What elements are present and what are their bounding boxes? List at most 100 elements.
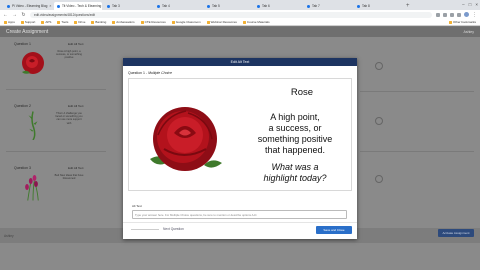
slide-body-line: that happened. [264, 145, 326, 155]
profile-avatar-icon[interactable] [464, 12, 469, 17]
bookmark-label: Drive [78, 20, 86, 24]
divider [6, 151, 106, 152]
edit-alt-text-modal: Edit Alt Text Question 1 - Multiple Choi… [123, 58, 357, 239]
bookmark-item[interactable]: Support [20, 20, 35, 24]
bookmark-item[interactable]: APS [41, 20, 51, 24]
folder-icon [112, 20, 116, 24]
folder-icon [140, 20, 144, 24]
toolbar-icons: ⋮ [436, 12, 477, 18]
browser-tab[interactable]: Tab 3 [104, 2, 152, 10]
tab-favicon-icon [157, 4, 160, 8]
tab-title: Tit Video - Tech & Elearning [62, 4, 102, 8]
tab-title: Tab 8 [362, 4, 370, 8]
bookmark-label: APS [45, 20, 52, 24]
close-window-icon[interactable]: × [475, 0, 478, 9]
folder-icon [20, 20, 24, 24]
bookmark-item[interactable]: Banking [91, 20, 106, 24]
tab-title: Tab 5 [212, 4, 220, 8]
bookmark-item[interactable]: Tools [57, 20, 68, 24]
slide-question: What was a highlight today? [237, 162, 353, 184]
bookmark-item[interactable]: Google Classroom [171, 20, 201, 24]
question-slide-preview: Rose A high point, a success, or somethi… [128, 78, 352, 191]
folder-icon [74, 20, 78, 24]
activate-assignment-button[interactable]: Activate Assignment [438, 229, 474, 237]
alt-text-input[interactable]: Type your answer here. For Multiple Choi… [132, 210, 347, 219]
tab-favicon-icon [257, 4, 260, 8]
menu-kebab-icon[interactable]: ⋮ [472, 12, 477, 18]
forward-arrow-icon[interactable]: → [12, 12, 17, 18]
question-card[interactable]: Question 2 Edit All Text Thorn A challen… [6, 104, 106, 154]
tab-title: Tab 3 [112, 4, 120, 8]
star-icon[interactable] [436, 12, 440, 17]
address-bar-row: ← → ↻ edit.video/assignments/4812/questi… [0, 10, 480, 19]
question-type-label: Question 1 - Multiple Choice [128, 71, 172, 75]
slide-body-line: something positive [257, 134, 333, 144]
folder-icon [206, 20, 210, 24]
next-question-button[interactable]: Next Question [163, 227, 184, 231]
add-option-circle-icon[interactable] [375, 175, 383, 183]
bookmark-item[interactable]: Ambassadors [112, 20, 135, 24]
add-option-circle-icon[interactable] [375, 117, 383, 125]
modal-footer-divider [123, 222, 357, 223]
browser-tab-bar: Pi Video - Elearning Blog × Tit Video - T… [0, 0, 480, 10]
bookmarks-bar: Apps Support APS Tools Drive Banking Amb… [0, 19, 480, 26]
question-type: Multiple Choice [148, 71, 172, 75]
back-arrow-icon[interactable]: ← [3, 12, 8, 18]
extension-icon[interactable] [443, 12, 447, 17]
browser-tab[interactable]: Tab 6 [254, 2, 302, 10]
tab-title: Pi Video - Elearning Blog [12, 4, 48, 8]
slide-body: A high point, a success, or something po… [237, 112, 353, 156]
tab-close-icon[interactable]: × [49, 2, 51, 10]
user-name[interactable]: Ashley [463, 30, 474, 34]
bookmark-item[interactable]: Course Materials [242, 20, 270, 24]
tab-favicon-icon [307, 4, 310, 8]
minimize-icon[interactable]: – [462, 0, 465, 9]
bookmark-item[interactable]: Drive [74, 20, 85, 24]
rose-thumbnail-icon [22, 52, 44, 74]
bookmark-item[interactable]: Apps [4, 20, 15, 24]
slide-question-line: highlight today? [263, 173, 327, 183]
bookmark-label: Tools [61, 20, 69, 24]
question-card[interactable]: Question 3 Edit All Text Bud New ideas t… [6, 166, 106, 216]
edit-alt-text-link[interactable]: Edit All Text [68, 166, 83, 170]
other-bookmarks[interactable]: Other bookmarks [448, 20, 480, 24]
alt-text-label: Alt Text [132, 204, 142, 208]
browser-tab[interactable]: Tab 7 [304, 2, 352, 10]
tab-favicon-icon [57, 4, 60, 8]
question-label: Question 1 [14, 42, 31, 46]
edit-alt-text-link[interactable]: Edit All Text [68, 42, 83, 46]
rose-image-icon [150, 107, 222, 171]
reload-icon[interactable]: ↻ [21, 12, 26, 18]
folder-icon [41, 20, 45, 24]
save-and-close-button[interactable]: Save and Close [316, 226, 352, 234]
bookmark-label: Apps [8, 20, 15, 24]
question-label: Question 2 [14, 104, 31, 108]
tab-favicon-icon [7, 4, 10, 8]
divider [360, 151, 474, 152]
maximize-icon[interactable]: □ [469, 0, 472, 9]
previous-question-placeholder [131, 229, 159, 230]
bookmark-label: Google Classroom [175, 20, 201, 24]
bookmark-item[interactable]: CTE Resources [140, 20, 166, 24]
bookmark-label: Ambassadors [116, 20, 135, 24]
extension-icon[interactable] [450, 12, 454, 17]
browser-tab[interactable]: Tab 5 [204, 2, 252, 10]
buds-thumbnail-icon [25, 175, 39, 201]
bookmark-item[interactable]: Webinar Resources [206, 20, 237, 24]
edit-alt-text-link[interactable]: Edit All Text [68, 104, 83, 108]
page-title: Create Assignment [6, 29, 49, 35]
question-card[interactable]: Question 1 Edit All Text Rose A high poi… [6, 42, 106, 92]
url-input[interactable]: edit.video/assignments/4812/questions/ed… [30, 11, 432, 18]
bookmark-label: Course Materials [246, 20, 270, 24]
browser-tab[interactable]: Pi Video - Elearning Blog × [4, 2, 52, 10]
slide-question-line: What was a [271, 162, 319, 172]
browser-tab-active[interactable]: Tit Video - Tech & Elearning× [54, 2, 102, 10]
browser-tab[interactable]: Tab 8 [354, 2, 402, 10]
bookmark-label: CTE Resources [144, 20, 166, 24]
divider [6, 89, 106, 90]
new-tab-plus-icon[interactable]: + [404, 2, 412, 10]
folder-icon [4, 20, 7, 24]
browser-tab[interactable]: Tab 4 [154, 2, 202, 10]
extension-icon[interactable] [457, 12, 461, 17]
add-option-circle-icon[interactable] [375, 62, 383, 70]
